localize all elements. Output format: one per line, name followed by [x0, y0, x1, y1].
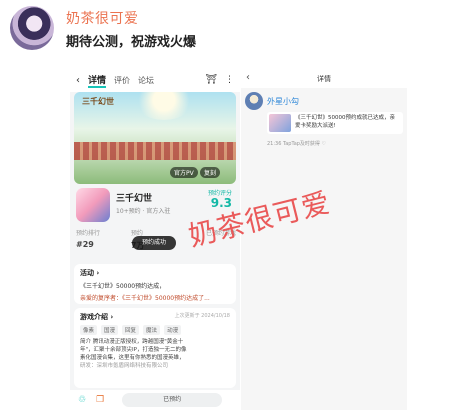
- intro-card[interactable]: 游戏介绍 › 上次更新于 2024/10/18 像素 国漫 回复 魔法 动漫 简…: [74, 308, 236, 388]
- activity-title[interactable]: 活动 ›: [80, 268, 230, 278]
- back-icon[interactable]: ‹: [76, 75, 80, 86]
- game-detail-nav: ‹ 详情 评价 论坛 ⛩ ⋮: [70, 68, 240, 92]
- game-meta: 10+预约 · 官方入驻: [116, 208, 171, 215]
- game-icon: [76, 188, 110, 222]
- post-username[interactable]: 奶茶很可爱: [66, 8, 139, 28]
- post-text: 期待公测，祝游戏火爆: [66, 35, 197, 50]
- intro-line-1: 简介 腾讯动漫正版授权，跨越国漫"黄金十: [80, 339, 184, 345]
- tab-details[interactable]: 详情: [88, 73, 107, 88]
- message-nav: ‹ 详情: [241, 68, 407, 88]
- replay-pill[interactable]: 复刻: [200, 167, 221, 178]
- user-avatar[interactable]: [10, 6, 54, 50]
- game-name: 三千幻世: [116, 194, 153, 204]
- gift-box-icon[interactable]: ❐: [96, 395, 104, 405]
- message-line-2: 爱卡奖励大派送!: [295, 123, 336, 129]
- activity-line-1[interactable]: 《三千幻世》50000预约达成，: [80, 281, 230, 290]
- message-card[interactable]: 《三千幻世》50000预约成就已达成，亲 爱卡奖励大派送!: [267, 112, 403, 134]
- message-thumbnail: [269, 114, 291, 132]
- more-icon[interactable]: ⋮: [225, 75, 234, 85]
- tag-item[interactable]: 像素: [80, 325, 98, 335]
- message-title: 详情: [317, 75, 331, 83]
- tab-reviews[interactable]: 评价: [114, 75, 130, 86]
- intro-updated: 上次更新于 2024/10/18: [174, 313, 230, 319]
- right-screenshot[interactable]: ‹ 详情 外星小勾 《三千幻世》50000预约成就已达成，亲 爱卡奖励大派送! …: [241, 68, 407, 410]
- banner-light: [134, 92, 194, 120]
- tab-forum[interactable]: 论坛: [138, 75, 154, 86]
- banner-logo: 三千幻世: [82, 97, 114, 106]
- intro-line-2: 年"，汇聚十余部顶尖IP，打造独一无二的像: [80, 347, 187, 353]
- message-meta: 21:36 TapTap及时获得 ♡: [267, 141, 326, 147]
- banner-palace: [74, 142, 236, 160]
- reserved-button[interactable]: 已预约: [122, 393, 223, 407]
- bottom-bar: ♲ ❐ 已预约: [70, 390, 240, 410]
- intro-developer: 研发：深圳市氪盾网络科技有限公司: [80, 363, 169, 369]
- pv-pill[interactable]: 官方PV: [170, 167, 198, 178]
- reserve-success-toast: 预约成功: [132, 236, 176, 250]
- tag-item[interactable]: 动漫: [164, 325, 182, 335]
- sender-avatar[interactable]: [245, 92, 263, 110]
- activity-card[interactable]: 活动 › 《三千幻世》50000预约达成， 亲爱的复序者：《三千幻世》50000…: [74, 264, 236, 304]
- stat-rank: 预约排行 #29: [76, 230, 101, 249]
- gift-icon[interactable]: ⛩: [206, 75, 217, 85]
- share-icon[interactable]: ♲: [78, 395, 86, 405]
- sender-name[interactable]: 外星小勾: [267, 96, 299, 107]
- tag-item[interactable]: 回复: [122, 325, 140, 335]
- message-sender[interactable]: 外星小勾: [245, 92, 299, 110]
- message-line-1: 《三千幻世》50000预约成就已达成，亲: [295, 115, 395, 121]
- game-banner[interactable]: 三千幻世 官方PV 复刻: [74, 92, 236, 184]
- tag-list: 像素 国漫 回复 魔法 动漫: [80, 325, 230, 335]
- activity-line-2[interactable]: 亲爱的复序者：《三千幻世》50000预约达成了...: [80, 293, 230, 302]
- tag-item[interactable]: 魔法: [143, 325, 161, 335]
- tag-item[interactable]: 国漫: [101, 325, 119, 335]
- intro-line-3: 素化国漫合集，这里有你熟悉的国漫英雄，: [80, 355, 185, 361]
- intro-title[interactable]: 游戏介绍 ›: [80, 312, 113, 322]
